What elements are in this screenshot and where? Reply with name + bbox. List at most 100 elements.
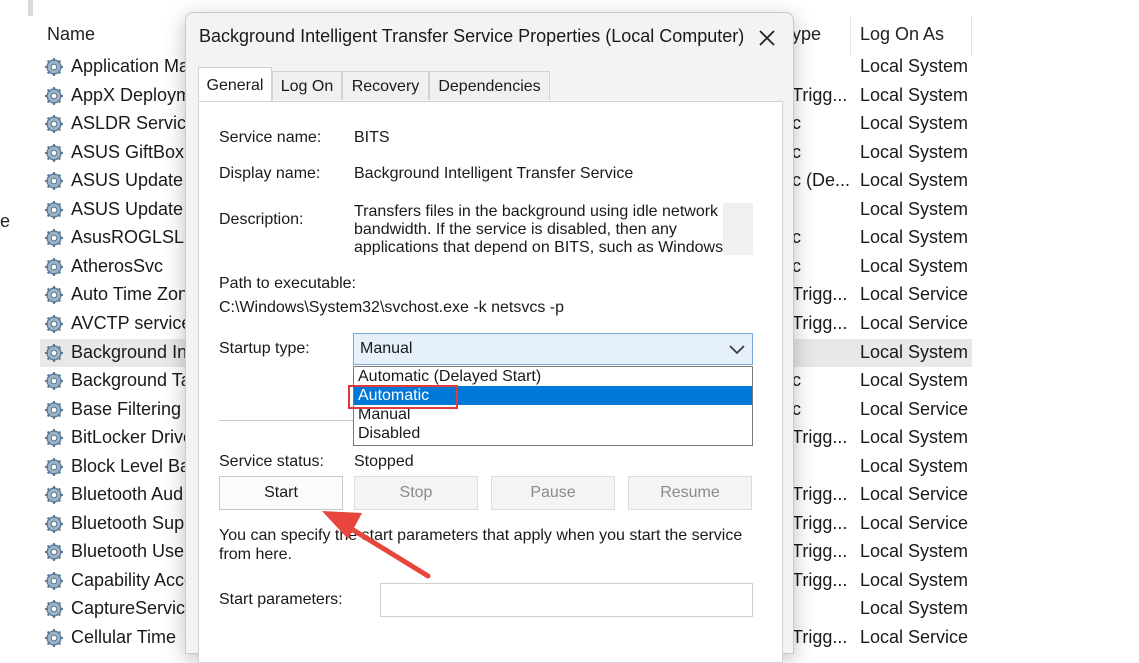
service-name-cell: Block Level Bac — [71, 455, 187, 476]
dialog-titlebar[interactable]: Background Intelligent Transfer Service … — [186, 13, 793, 61]
log-on-as-cell: Local System — [860, 141, 969, 162]
column-header-name[interactable]: Name — [47, 24, 95, 45]
log-on-as-cell: Local System — [860, 227, 969, 248]
startup-type-cell: Trigg... — [792, 569, 848, 590]
gear-icon — [44, 114, 64, 134]
gear-icon — [44, 171, 64, 191]
startup-type-cell: Trigg... — [792, 512, 848, 533]
separator-line — [219, 420, 355, 421]
gear-icon — [44, 228, 64, 248]
dialog-title: Background Intelligent Transfer Service … — [199, 26, 745, 46]
description-scrollbar[interactable] — [723, 203, 753, 255]
startup-type-cell: Trigg... — [792, 312, 848, 333]
gear-icon — [44, 371, 64, 391]
tab-dependencies[interactable]: Dependencies — [429, 71, 550, 100]
startup-type-cell: c — [792, 370, 801, 391]
log-on-as-cell: Local System — [860, 255, 969, 276]
service-name-label: Service name: — [219, 129, 322, 146]
gear-icon — [44, 57, 64, 77]
log-on-as-cell: Local System — [860, 198, 969, 219]
service-name-cell: BitLocker Drive — [71, 427, 187, 448]
startup-type-cell: Trigg... — [792, 284, 848, 305]
log-on-as-cell: Local System — [860, 341, 969, 362]
log-on-as-cell: Local Service — [860, 627, 969, 647]
gear-icon — [44, 314, 64, 334]
startup-type-label: Startup type: — [219, 340, 310, 357]
service-name-cell: AVCTP service — [71, 312, 187, 333]
gear-icon — [44, 599, 64, 619]
log-on-as-cell: Local System — [860, 569, 969, 590]
chevron-down-icon — [728, 343, 746, 357]
startup-type-combo[interactable]: Manual — [353, 333, 753, 365]
gear-icon — [44, 428, 64, 448]
gear-icon — [44, 343, 64, 363]
service-name-value: BITS — [354, 129, 390, 146]
gear-icon — [44, 457, 64, 477]
column-header-log-on-as[interactable]: Log On As — [860, 24, 944, 45]
log-on-as-cell: Local System — [860, 84, 969, 105]
startup-type-value: Manual — [360, 340, 413, 357]
service-name-cell: Background In — [71, 341, 187, 362]
service-status-value: Stopped — [354, 453, 414, 470]
description-text: Transfers files in the background using … — [354, 203, 724, 255]
tab-recovery[interactable]: Recovery — [342, 71, 429, 100]
service-name-cell: AsusROGLSLSe — [71, 227, 187, 248]
startup-type-cell: Trigg... — [792, 84, 848, 105]
start-parameters-input[interactable] — [380, 583, 753, 617]
description-label: Description: — [219, 211, 304, 228]
gear-icon — [44, 571, 64, 591]
option-disabled[interactable]: Disabled — [354, 424, 752, 443]
startup-type-cell: Trigg... — [792, 484, 848, 505]
startup-type-cell: c — [792, 398, 801, 419]
startup-type-cell: c — [792, 113, 801, 134]
pause-button[interactable]: Pause — [491, 476, 615, 510]
close-icon[interactable] — [752, 23, 782, 53]
resume-button[interactable]: Resume — [628, 476, 752, 510]
gear-icon — [44, 200, 64, 220]
display-name-label: Display name: — [219, 165, 321, 182]
startup-type-cell: Trigg... — [792, 427, 848, 448]
log-on-as-cell: Local Service — [860, 312, 969, 333]
properties-dialog: Background Intelligent Transfer Service … — [185, 12, 794, 663]
option-automatic-delayed[interactable]: Automatic (Delayed Start) — [354, 367, 752, 386]
gear-icon — [44, 542, 64, 562]
service-name-cell: ASUS GiftBox S — [71, 141, 187, 162]
stop-button[interactable]: Stop — [354, 476, 478, 510]
log-on-as-cell: Local System — [860, 598, 969, 619]
log-on-as-cell: Local Service — [860, 398, 969, 419]
log-on-as-cell: Local System — [860, 370, 969, 391]
service-name-cell: AppX Deploym — [71, 84, 187, 105]
column-separator[interactable] — [971, 16, 972, 56]
description-box[interactable]: Transfers files in the background using … — [354, 203, 753, 255]
startup-type-cell: c — [792, 255, 801, 276]
service-status-label: Service status: — [219, 453, 324, 470]
service-name-cell: ASUS Update S — [71, 170, 187, 191]
service-name-cell: Cellular Time — [71, 627, 177, 647]
log-on-as-cell: Local System — [860, 113, 969, 134]
tab-log-on[interactable]: Log On — [272, 71, 342, 100]
column-separator[interactable] — [850, 16, 851, 56]
startup-type-cell: Trigg... — [792, 627, 848, 647]
tab-general[interactable]: General — [198, 67, 272, 101]
service-name-cell: Background Ta — [71, 370, 187, 391]
log-on-as-cell: Local Service — [860, 284, 969, 305]
service-name-cell: Application Ma — [71, 56, 187, 76]
service-name-cell: CaptureService — [71, 598, 187, 619]
log-on-as-cell: Local System — [860, 56, 969, 76]
service-name-cell: Auto Time Zon — [71, 284, 187, 305]
log-on-as-cell: Local System — [860, 455, 969, 476]
service-name-cell: Bluetooth User — [71, 541, 187, 562]
start-button[interactable]: Start — [219, 476, 343, 510]
startup-type-cell: c — [792, 141, 801, 162]
service-name-cell: Capability Acce — [71, 569, 187, 590]
gear-icon — [44, 514, 64, 534]
service-name-cell: Bluetooth Aud — [71, 484, 184, 505]
general-panel: Service name: BITS Display name: Backgro… — [198, 101, 783, 663]
highlight-box — [348, 385, 458, 409]
gear-icon — [44, 628, 64, 648]
startup-type-cell: c — [792, 227, 801, 248]
gear-icon — [44, 143, 64, 163]
column-header-startup-type[interactable]: ype — [792, 24, 821, 45]
path-label: Path to executable: — [219, 275, 356, 292]
scroll-edge — [28, 0, 33, 16]
